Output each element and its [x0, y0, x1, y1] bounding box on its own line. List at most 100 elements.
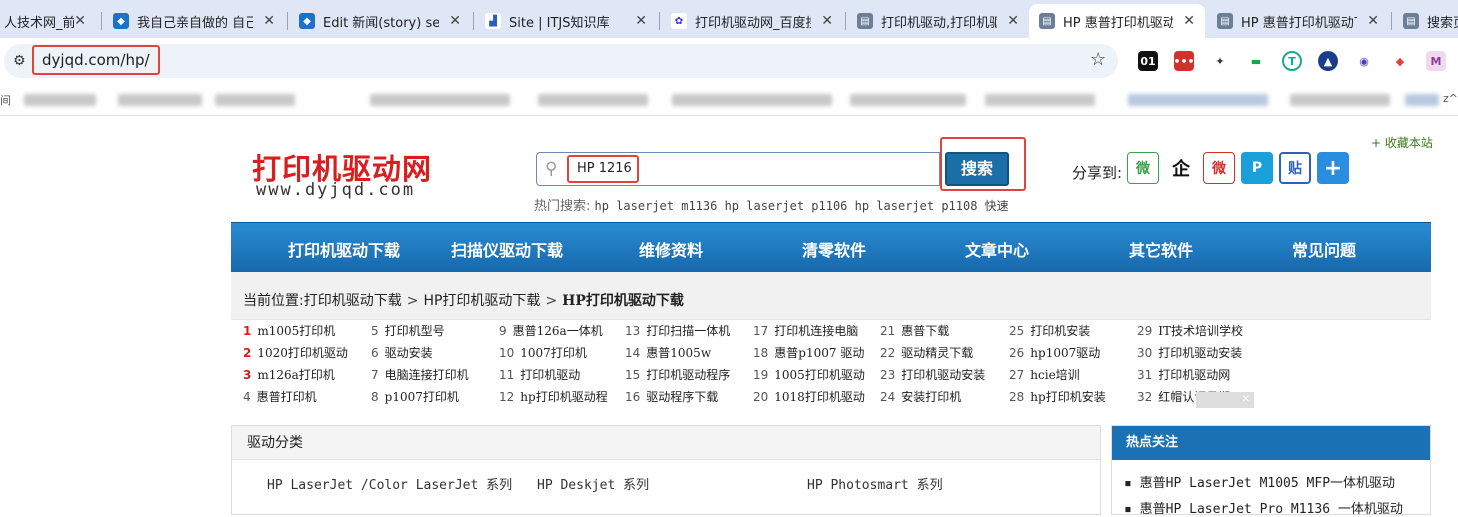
close-icon[interactable]: ✕: [821, 13, 833, 29]
breadcrumb-item[interactable]: HP打印机驱动下载: [423, 293, 540, 309]
keyword-item[interactable]: 14 惠普1005w: [625, 344, 711, 361]
category-link[interactable]: HP LaserJet /Color LaserJet 系列: [267, 474, 512, 493]
tab-1[interactable]: ◆ 我自己亲自做的 自己 ✕: [103, 4, 285, 38]
nav-articles[interactable]: 文章中心: [965, 237, 1029, 261]
keyword-item[interactable]: 21 惠普下载: [880, 322, 949, 339]
keyword-item[interactable]: 9 惠普126a一体机: [499, 322, 603, 339]
bookmark-item[interactable]: [215, 94, 295, 106]
nav-faq[interactable]: 常见问题: [1292, 237, 1356, 261]
keyword-item[interactable]: 12 hp打印机驱动程: [499, 388, 608, 405]
keyword-item[interactable]: 4 惠普打印机: [243, 388, 317, 405]
baidu-icon: ✿: [671, 13, 687, 29]
more-share-icon[interactable]: +: [1317, 152, 1349, 184]
tieba-share-icon[interactable]: 贴: [1279, 152, 1311, 184]
bookmark-item[interactable]: [850, 94, 966, 106]
extension-dots-icon[interactable]: •••: [1173, 51, 1195, 71]
keyword-item[interactable]: 3 m126a打印机: [243, 366, 335, 383]
weibo-share-icon[interactable]: 微: [1203, 152, 1235, 184]
bookmark-item[interactable]: [1405, 94, 1439, 106]
favorite-link[interactable]: + 收藏本站: [1371, 134, 1433, 151]
keyword-item[interactable]: 26 hp1007驱动: [1009, 344, 1100, 361]
keyword-item[interactable]: 7 电脑连接打印机: [371, 366, 469, 383]
bookmark-item[interactable]: [370, 94, 510, 106]
tab-4[interactable]: ✿ 打印机驱动网_百度搜 ✕: [661, 4, 843, 38]
nav-printer-drivers[interactable]: 打印机驱动下载: [288, 237, 400, 261]
keyword-item[interactable]: 16 驱动程序下载: [625, 388, 718, 405]
bookmark-item[interactable]: [1128, 94, 1268, 106]
keyword-item[interactable]: 8 p1007打印机: [371, 388, 459, 405]
tab-2[interactable]: ◆ Edit 新闻(story) self ✕: [289, 4, 471, 38]
keyword-item[interactable]: 27 hcie培训: [1009, 366, 1080, 383]
hot-topic-item[interactable]: ▪ 惠普HP LaserJet Pro M1136 一体机驱动: [1124, 498, 1403, 517]
hot-topic-item[interactable]: ▪ 惠普HP LaserJet M1005 MFP一体机驱动: [1124, 472, 1395, 491]
nav-scanner-drivers[interactable]: 扫描仪驱动下载: [451, 237, 563, 261]
bookmark-item[interactable]: [118, 94, 202, 106]
keyword-item[interactable]: 31 打印机驱动网: [1137, 366, 1230, 383]
site-info-icon[interactable]: ⚙: [13, 53, 26, 69]
close-icon[interactable]: ✕: [263, 13, 275, 29]
qq-share-icon[interactable]: 企: [1165, 152, 1197, 184]
tab-5[interactable]: ▤ 打印机驱动,打印机驱 ✕: [847, 4, 1029, 38]
nav-other-software[interactable]: 其它软件: [1129, 237, 1193, 261]
close-icon[interactable]: ✕: [1007, 13, 1019, 29]
close-icon[interactable]: ✕: [1196, 392, 1254, 408]
keyword-item[interactable]: 24 安装打印机: [880, 388, 961, 405]
bookmark-overflow[interactable]: z^: [1443, 92, 1458, 105]
bookmark-item[interactable]: [1290, 94, 1390, 106]
keyword-item[interactable]: 20 1018打印机驱动: [753, 388, 865, 405]
url-text[interactable]: dyjqd.com/hp/: [32, 45, 160, 75]
keyword-item[interactable]: 2 1020打印机驱动: [243, 344, 348, 361]
tab-3[interactable]: ▟ Site | ITJS知识库 ✕: [475, 4, 657, 38]
bookmark-item[interactable]: [985, 94, 1095, 106]
nav-repair-docs[interactable]: 维修资料: [639, 237, 703, 261]
keyword-item[interactable]: 11 打印机驱动: [499, 366, 580, 383]
bookmark-item[interactable]: [672, 94, 832, 106]
extension-t-icon[interactable]: T: [1282, 51, 1302, 71]
keyword-item[interactable]: 1 m1005打印机: [243, 322, 335, 339]
omnibox[interactable]: ⚙ dyjqd.com/hp/ ☆: [4, 44, 1118, 78]
breadcrumb-item[interactable]: 打印机驱动下载: [304, 293, 402, 309]
search-button[interactable]: 搜索: [945, 152, 1009, 186]
keyword-item[interactable]: 17 打印机连接电脑: [753, 322, 858, 339]
qzone-share-icon[interactable]: P: [1241, 152, 1273, 184]
keyword-item[interactable]: 30 打印机驱动安装: [1137, 344, 1242, 361]
tab-7[interactable]: ▤ HP 惠普打印机驱动下 ✕: [1207, 4, 1389, 38]
keyword-item[interactable]: 29 IT技术培训学校: [1137, 322, 1243, 339]
bookmark-partial[interactable]: 间: [0, 92, 11, 108]
tab-0[interactable]: 人技术网_前 ✕: [0, 4, 96, 38]
category-link[interactable]: HP Deskjet 系列: [537, 474, 649, 493]
keyword-item[interactable]: 6 驱动安装: [371, 344, 433, 361]
hot-keywords[interactable]: hp laserjet m1136 hp laserjet p1106 hp l…: [595, 199, 1009, 213]
close-icon[interactable]: ✕: [1183, 13, 1195, 29]
extension-sparkle-icon[interactable]: ✦: [1210, 51, 1230, 71]
tab-6-active[interactable]: ▤ HP 惠普打印机驱动下 ✕: [1029, 4, 1205, 38]
close-icon[interactable]: ✕: [1367, 13, 1379, 29]
bookmark-item[interactable]: [538, 94, 648, 106]
keyword-item[interactable]: 23 打印机驱动安装: [880, 366, 985, 383]
bookmark-item[interactable]: [24, 94, 96, 106]
nav-reset-software[interactable]: 清零软件: [802, 237, 866, 261]
tab-8[interactable]: ▤ 搜索页: [1393, 4, 1458, 38]
keyword-item[interactable]: 10 1007打印机: [499, 344, 587, 361]
keyword-item[interactable]: 15 打印机驱动程序: [625, 366, 730, 383]
keyword-item[interactable]: 22 驱动精灵下载: [880, 344, 973, 361]
close-icon[interactable]: ✕: [74, 13, 86, 29]
close-icon[interactable]: ✕: [635, 13, 647, 29]
keyword-item[interactable]: 19 1005打印机驱动: [753, 366, 865, 383]
keyword-item[interactable]: 25 打印机安装: [1009, 322, 1090, 339]
extension-01-icon[interactable]: 01: [1138, 51, 1158, 71]
close-icon[interactable]: ✕: [449, 13, 461, 29]
extension-m-icon[interactable]: M: [1426, 51, 1446, 71]
extension-chat-icon[interactable]: ▬: [1246, 51, 1266, 71]
extension-cube-icon[interactable]: ◆: [1390, 51, 1410, 71]
search-input[interactable]: ⚲ HP 1216: [536, 152, 940, 186]
bookmark-star-icon[interactable]: ☆: [1090, 49, 1106, 70]
extension-triangle-icon[interactable]: ▲: [1318, 51, 1338, 71]
category-link[interactable]: HP Photosmart 系列: [807, 474, 943, 493]
extension-face-icon[interactable]: ◉: [1354, 51, 1374, 71]
wechat-share-icon[interactable]: 微: [1127, 152, 1159, 184]
keyword-item[interactable]: 5 打印机型号: [371, 322, 445, 339]
keyword-item[interactable]: 18 惠普p1007 驱动: [753, 344, 864, 361]
keyword-item[interactable]: 28 hp打印机安装: [1009, 388, 1106, 405]
keyword-item[interactable]: 13 打印扫描一体机: [625, 322, 730, 339]
